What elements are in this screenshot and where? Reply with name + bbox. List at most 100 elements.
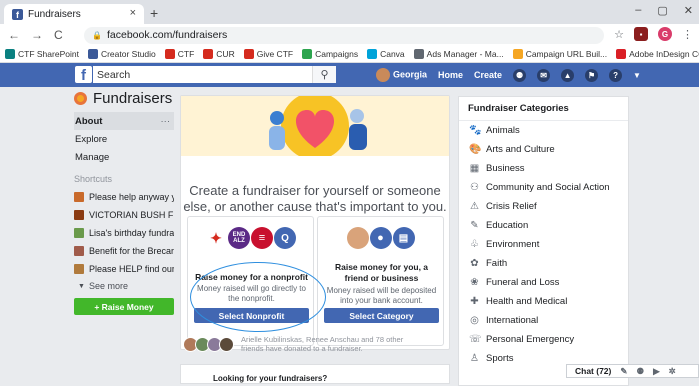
settings-gear-icon[interactable]: ✲ bbox=[669, 366, 676, 377]
url-field[interactable]: 🔒 facebook.com/fundraisers bbox=[84, 26, 604, 44]
chat-bar[interactable]: Chat (72) ✎ ⚉ ▶ ✲ bbox=[566, 364, 699, 378]
nav-explore[interactable]: Explore bbox=[74, 130, 174, 148]
category-item[interactable]: ✿ Faith bbox=[459, 254, 628, 273]
category-icon: 🎨 bbox=[469, 144, 482, 155]
select-category-button[interactable]: Select Category bbox=[324, 308, 439, 323]
raise-money-button[interactable]: + Raise Money bbox=[74, 298, 174, 315]
category-icon: ⚠ bbox=[470, 201, 479, 212]
new-group-icon[interactable]: ⚉ bbox=[637, 366, 645, 377]
red-cross-icon: ✦ bbox=[205, 227, 227, 249]
help-icon[interactable]: ? bbox=[609, 68, 623, 82]
category-item[interactable]: 🎨 Arts and Culture bbox=[459, 140, 628, 159]
minimize-button[interactable]: – bbox=[635, 4, 641, 17]
bookmark-favicon-icon bbox=[302, 49, 313, 59]
bookmark-item[interactable]: CTF SharePoint bbox=[5, 49, 79, 59]
notifications-icon[interactable]: ▲ bbox=[561, 68, 575, 82]
reload-button[interactable]: C bbox=[54, 28, 63, 42]
category-item[interactable]: ▦ Business bbox=[459, 159, 628, 178]
shortcut-item[interactable]: Please HELP find our C... bbox=[74, 260, 174, 278]
profile-avatar[interactable]: G bbox=[658, 27, 672, 41]
category-item[interactable]: ◎ International bbox=[459, 311, 628, 330]
category-item[interactable]: 🐾 Animals bbox=[459, 121, 628, 140]
looking-for-fundraisers[interactable]: Looking for your fundraisers? bbox=[180, 364, 450, 384]
bookmark-item[interactable]: CTF bbox=[164, 49, 194, 59]
see-more-link[interactable]: ▼ See more bbox=[74, 278, 174, 294]
category-item[interactable]: ♧ Environment bbox=[459, 235, 628, 254]
end-alz-icon: END ALZ bbox=[228, 227, 250, 249]
person-icon: ● bbox=[369, 227, 392, 249]
page-title: Fundraisers bbox=[74, 90, 174, 107]
bookmark-item[interactable]: Adobe InDesign CC... bbox=[616, 49, 699, 59]
category-icon: ❀ bbox=[470, 277, 479, 288]
quick-help-icon[interactable]: ⚑ bbox=[585, 68, 599, 82]
friends-icon[interactable]: ⚉ bbox=[513, 68, 527, 82]
shortcut-item[interactable]: Please help anyway yo... bbox=[74, 188, 174, 206]
create-link[interactable]: Create bbox=[474, 70, 502, 80]
more-options-icon[interactable]: ··· bbox=[161, 116, 171, 127]
hero-illustration bbox=[181, 96, 449, 156]
bookmark-favicon-icon bbox=[243, 49, 254, 59]
category-icon: 🐾 bbox=[469, 125, 482, 136]
personal-card: ● ▤ Raise money for you, a friend or bus… bbox=[317, 216, 444, 346]
nav-about[interactable]: About ··· bbox=[74, 112, 174, 130]
menu-icon[interactable]: ⋮ bbox=[682, 28, 693, 41]
browser-tab-bar: f Fundraisers × + – ▢ ✕ bbox=[0, 0, 699, 24]
category-item[interactable]: ⚇ Community and Social Action bbox=[459, 178, 628, 197]
bookmark-item[interactable]: Campaign URL Buil... bbox=[512, 49, 607, 59]
see-more-label: See more bbox=[88, 281, 128, 291]
nonprofit-icons: ✦ END ALZ ≡ Q bbox=[188, 227, 313, 249]
search-icon[interactable]: ⚲ bbox=[312, 66, 336, 83]
shortcut-item[interactable]: VICTORIAN BUSH FIR... bbox=[74, 206, 174, 224]
bookmark-item[interactable]: Campaigns bbox=[302, 49, 358, 59]
bookmark-item[interactable]: Give CTF bbox=[243, 49, 294, 59]
bookmark-item[interactable]: Canva bbox=[367, 49, 405, 59]
compose-icon[interactable]: ✎ bbox=[620, 366, 627, 377]
category-item[interactable]: ✚ Health and Medical bbox=[459, 292, 628, 311]
star-icon[interactable]: ☆ bbox=[614, 28, 624, 41]
tab-close-icon[interactable]: × bbox=[130, 7, 136, 19]
bookmark-item[interactable]: Ads Manager - Ma... bbox=[413, 49, 504, 59]
search-input[interactable]: Search bbox=[93, 66, 336, 83]
left-sidebar: Fundraisers About ··· Explore Manage Sho… bbox=[74, 90, 174, 315]
bookmark-label: Give CTF bbox=[256, 49, 294, 59]
category-label: Faith bbox=[486, 258, 508, 269]
address-bar-actions: ☆ ▪ G ⋮ bbox=[614, 27, 693, 41]
shortcut-thumbnail bbox=[74, 246, 84, 256]
shortcut-label: Please HELP find our C... bbox=[89, 264, 174, 274]
bookmark-item[interactable]: Creator Studio bbox=[87, 49, 156, 59]
shortcut-item[interactable]: Lisa's birthday fundrais... bbox=[74, 224, 174, 242]
back-button[interactable]: ← bbox=[8, 28, 20, 42]
forward-button[interactable]: → bbox=[31, 28, 43, 42]
bookmark-item[interactable]: CUR bbox=[203, 49, 235, 59]
shortcut-label: VICTORIAN BUSH FIR... bbox=[89, 210, 174, 220]
shortcut-item[interactable]: Benefit for the Brecards bbox=[74, 242, 174, 260]
messenger-icon[interactable]: ✉ bbox=[537, 68, 551, 82]
maximize-button[interactable]: ▢ bbox=[657, 4, 667, 17]
browser-tab[interactable]: f Fundraisers × bbox=[4, 4, 144, 24]
account-menu-icon[interactable]: ▼ bbox=[633, 71, 641, 80]
home-link[interactable]: Home bbox=[438, 70, 463, 80]
category-item[interactable]: ☏ Personal Emergency bbox=[459, 330, 628, 349]
heart-illustration bbox=[181, 96, 449, 156]
extension-icon[interactable]: ▪ bbox=[634, 27, 648, 41]
new-tab-button[interactable]: + bbox=[150, 5, 158, 21]
category-label: Community and Social Action bbox=[486, 182, 610, 193]
chevron-down-icon: ▼ bbox=[78, 282, 85, 290]
select-nonprofit-button[interactable]: Select Nonprofit bbox=[194, 308, 309, 323]
category-item[interactable]: ⚠ Crisis Relief bbox=[459, 197, 628, 216]
profile-link[interactable]: Georgia bbox=[376, 68, 427, 82]
category-item[interactable]: ✎ Education bbox=[459, 216, 628, 235]
categories-panel: Fundraiser Categories 🐾 Animals 🎨 Arts and … bbox=[458, 96, 629, 386]
category-item[interactable]: ❀ Funeral and Loss bbox=[459, 273, 628, 292]
facebook-logo[interactable]: f bbox=[75, 66, 92, 83]
bookmark-favicon-icon bbox=[413, 49, 424, 59]
close-window-button[interactable]: ✕ bbox=[684, 4, 693, 17]
tab-title: Fundraisers bbox=[28, 8, 81, 20]
facebook-favicon-icon: f bbox=[12, 8, 23, 20]
video-icon[interactable]: ▶ bbox=[653, 366, 660, 377]
person-photo-icon bbox=[346, 227, 369, 249]
nav-manage[interactable]: Manage bbox=[74, 148, 174, 166]
category-label: Arts and Culture bbox=[486, 144, 555, 155]
category-icon: ☏ bbox=[469, 334, 482, 345]
category-icon: ♧ bbox=[470, 239, 479, 250]
